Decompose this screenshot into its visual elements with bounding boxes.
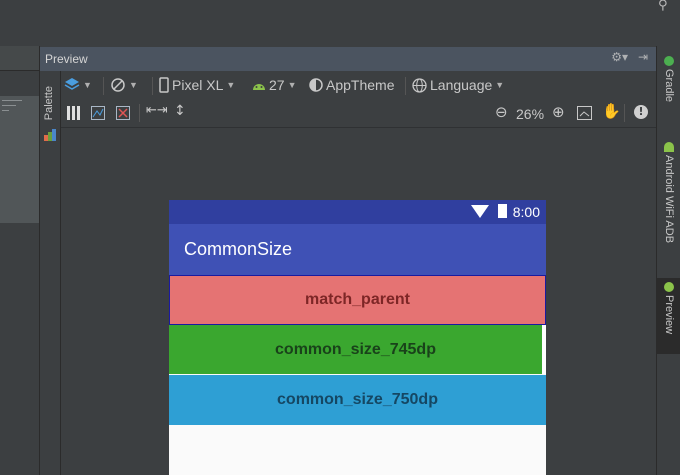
expand-horizontal-icon[interactable]: ⇤⇥ bbox=[146, 103, 168, 118]
chevron-down-icon: ▼ bbox=[83, 80, 92, 90]
api-level-dropdown[interactable]: 27 ▼ bbox=[252, 77, 297, 93]
layers-dropdown[interactable]: ▼ bbox=[64, 77, 92, 93]
language-dropdown[interactable]: Language ▼ bbox=[412, 77, 504, 93]
status-time: 8:00 bbox=[512, 204, 540, 220]
chevron-down-icon: ▼ bbox=[495, 80, 505, 90]
zoom-to-fit-icon[interactable] bbox=[577, 106, 592, 120]
gradle-icon bbox=[664, 56, 674, 66]
tab-gradle[interactable]: Gradle bbox=[657, 52, 680, 122]
orientation-dropdown[interactable]: ▼ bbox=[110, 77, 138, 93]
common-size-745dp-view[interactable]: common_size_745dp bbox=[169, 325, 542, 374]
toolbar-divider bbox=[103, 77, 104, 95]
warning-icon[interactable]: ! bbox=[634, 105, 648, 119]
palette-icon bbox=[44, 129, 56, 141]
chevron-down-icon: ▼ bbox=[287, 80, 297, 90]
api-level-label: 27 bbox=[269, 77, 285, 93]
tab-gradle-label: Gradle bbox=[663, 69, 675, 103]
palette-tab[interactable]: Palette bbox=[43, 86, 55, 120]
chevron-down-icon: ▼ bbox=[129, 80, 138, 90]
app-bar: CommonSize bbox=[169, 224, 546, 275]
battery-icon bbox=[498, 204, 507, 218]
layers-icon bbox=[64, 78, 80, 90]
toolbar-divider bbox=[624, 104, 625, 122]
design-view-icon[interactable] bbox=[67, 106, 81, 120]
toolbar-divider bbox=[405, 77, 406, 95]
device-label: Pixel XL bbox=[172, 77, 224, 93]
error-overlay-icon[interactable] bbox=[116, 106, 130, 120]
preview-panel-header: Preview ⚙▾ ⇥ bbox=[40, 47, 656, 71]
right-tool-strip: Gradle Android WiFi ADB Preview bbox=[656, 46, 680, 475]
editor-minimap bbox=[0, 96, 39, 223]
editor-tab[interactable] bbox=[0, 46, 39, 71]
zoom-out-icon[interactable]: ⊖ bbox=[495, 105, 508, 120]
preview-toolbar-bottom: ⇤⇥ ↕ ⊖ 26% ⊕ ✋ ! bbox=[61, 100, 656, 128]
tab-android-wifi-adb[interactable]: Android WiFi ADB bbox=[657, 138, 680, 268]
wifi-icon bbox=[471, 205, 489, 218]
device-status-bar: 8:00 bbox=[169, 200, 546, 224]
language-label: Language bbox=[430, 77, 493, 93]
blueprint-icon[interactable] bbox=[91, 106, 105, 120]
ide-tab-strip bbox=[0, 24, 680, 46]
preview-toolbar-top: ▼ ▼ Pixel XL ▼ 27 ▼ AppTheme Language ▼ bbox=[61, 72, 656, 100]
globe-icon bbox=[412, 77, 427, 93]
android-icon bbox=[253, 84, 265, 90]
app-title: CommonSize bbox=[184, 239, 293, 259]
row-745-remaining-space bbox=[542, 325, 546, 374]
theme-icon bbox=[309, 78, 323, 92]
orientation-icon bbox=[111, 78, 125, 92]
preview-panel-title: Preview bbox=[45, 52, 88, 66]
toolbar-divider bbox=[139, 104, 140, 122]
common-size-750dp-view[interactable]: common_size_750dp bbox=[169, 375, 546, 425]
tab-android-wifi-adb-label: Android WiFi ADB bbox=[663, 155, 675, 244]
android-icon bbox=[664, 142, 674, 152]
theme-label: AppTheme bbox=[326, 77, 395, 93]
zoom-in-icon[interactable]: ⊕ bbox=[552, 105, 565, 120]
hide-panel-icon[interactable]: ⇥ bbox=[638, 50, 648, 64]
toolbar-divider bbox=[152, 77, 153, 95]
theme-button[interactable]: AppTheme bbox=[309, 77, 394, 93]
expand-vertical-icon[interactable]: ↕ bbox=[174, 103, 186, 119]
search-icon[interactable]: ⚲ bbox=[658, 0, 674, 14]
editor-code-lines bbox=[2, 100, 22, 115]
device-dropdown[interactable]: Pixel XL ▼ bbox=[159, 77, 235, 93]
match-parent-view[interactable]: match_parent bbox=[169, 275, 546, 325]
pan-hand-icon[interactable]: ✋ bbox=[602, 102, 621, 120]
preview-icon bbox=[664, 282, 674, 292]
zoom-level: 26% bbox=[516, 106, 545, 122]
chevron-down-icon: ▼ bbox=[226, 80, 236, 90]
tab-preview[interactable]: Preview bbox=[657, 278, 680, 354]
tab-preview-label: Preview bbox=[663, 295, 675, 335]
ide-top-bar: ⚲ bbox=[0, 0, 680, 25]
gear-icon[interactable]: ⚙▾ bbox=[611, 50, 628, 64]
phone-icon bbox=[159, 77, 169, 93]
